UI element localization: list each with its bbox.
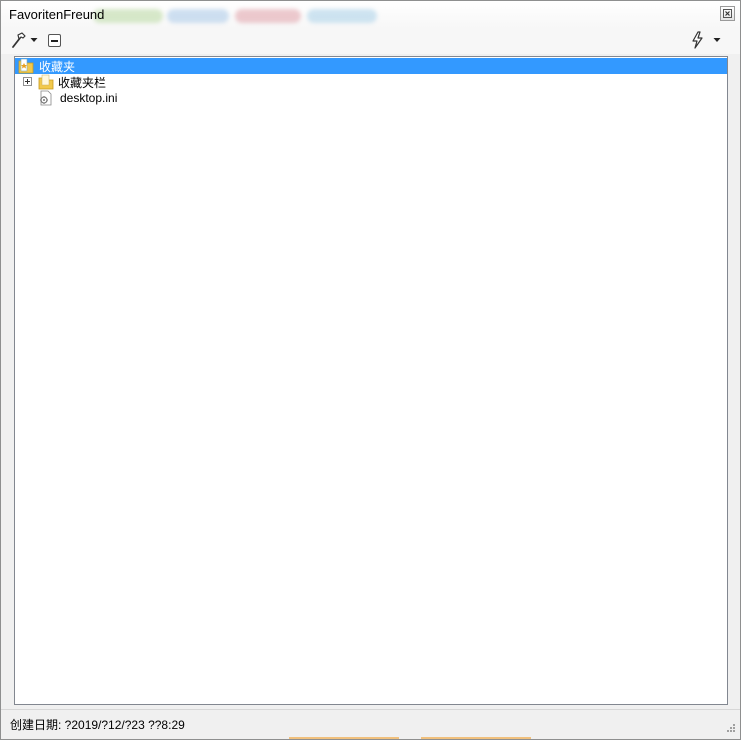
chevron-down-icon <box>713 38 721 42</box>
ini-file-icon <box>40 90 52 106</box>
plus-icon <box>25 79 30 84</box>
tree-item-label: desktop.ini <box>60 91 118 105</box>
tree-item[interactable]: desktop.ini <box>15 90 727 106</box>
close-button[interactable] <box>720 6 735 21</box>
action-dropdown-button[interactable] <box>689 30 721 50</box>
toolbar <box>1 28 740 54</box>
close-icon <box>723 9 732 18</box>
tree-item-label: 收藏夹栏 <box>58 75 107 90</box>
collapse-all-button[interactable] <box>48 30 61 50</box>
blurred-background <box>167 9 229 23</box>
resize-grip-icon[interactable] <box>726 723 736 733</box>
lightning-icon <box>692 31 703 49</box>
window-title: FavoritenFreund <box>9 7 105 22</box>
favorites-tree[interactable]: 收藏夹 收藏夹栏 desktop.ini <box>14 56 728 705</box>
main-window: FavoritenFreund 收藏夹 收藏夹栏 desktop.ini 创建日… <box>0 0 741 740</box>
tree-item[interactable]: 收藏夹栏 <box>15 74 727 90</box>
status-text: 创建日期: ?2019/?12/?23 ??8:29 <box>10 718 185 732</box>
blurred-background <box>235 9 301 23</box>
tree-item-root[interactable]: 收藏夹 <box>15 58 727 74</box>
blurred-background <box>307 9 377 23</box>
expand-toggle[interactable] <box>23 77 32 86</box>
tools-dropdown-button[interactable] <box>10 30 38 50</box>
title-bar[interactable]: FavoritenFreund <box>1 1 740 28</box>
hammer-icon <box>12 32 26 48</box>
status-bar: 创建日期: ?2019/?12/?23 ??8:29 <box>1 709 740 739</box>
collapse-icon <box>48 33 61 47</box>
favorites-folder-icon <box>18 58 34 74</box>
folder-icon <box>38 74 54 90</box>
chevron-down-icon <box>30 38 38 42</box>
tree-item-label: 收藏夹 <box>39 59 76 74</box>
